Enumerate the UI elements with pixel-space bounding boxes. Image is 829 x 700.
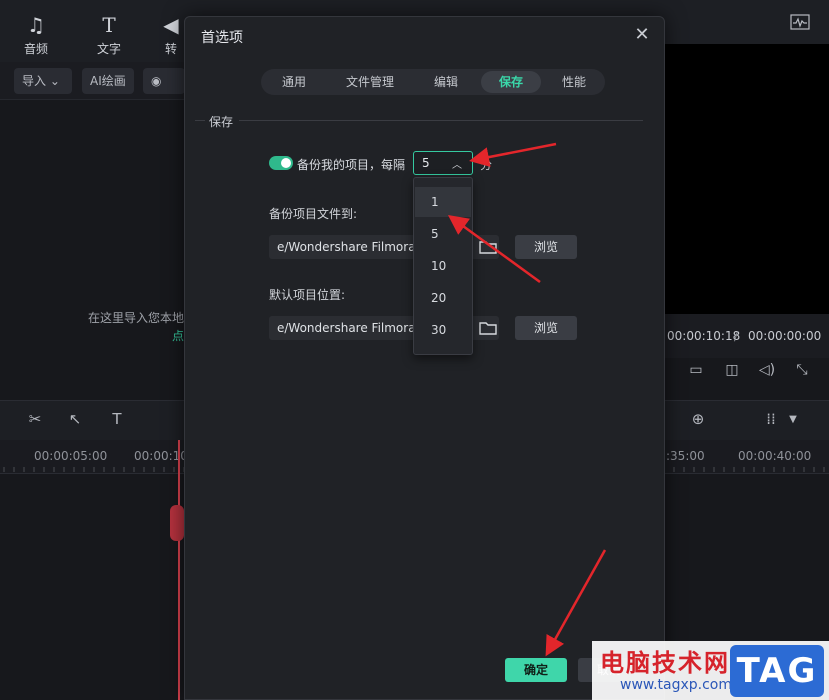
grid-icon[interactable]: ⁞⁞	[760, 410, 782, 428]
tab-performance[interactable]: 性能	[545, 71, 603, 93]
total-time: 00:00:00:00	[748, 329, 822, 343]
ruler-label: :35:00	[666, 449, 705, 463]
interval-unit: 分	[480, 158, 493, 172]
text-tool-icon[interactable]: T	[106, 410, 128, 428]
zoom-in-icon[interactable]: ⊕	[687, 410, 709, 428]
folder-icon[interactable]	[479, 239, 497, 255]
volume-icon[interactable]: ◁)	[757, 362, 777, 380]
interval-value: 5	[422, 156, 430, 170]
record-button[interactable]: ◉ 录	[143, 68, 185, 114]
backup-interval-select[interactable]: 5 ︿	[413, 151, 473, 175]
watermark: 电脑技术网 www.tagxp.com TAG	[592, 641, 829, 700]
watermark-url: www.tagxp.com	[620, 677, 732, 693]
ok-button[interactable]: 确定	[505, 658, 567, 682]
backup-folder-path-text: e/Wondershare Filmora/	[277, 240, 420, 254]
ai-chip-label: AI绘画	[90, 74, 126, 88]
folder-icon[interactable]	[479, 320, 497, 336]
monitor-icon[interactable]: ▭	[686, 362, 706, 380]
default-location-label: 默认项目位置:	[269, 288, 346, 302]
record-icon: ◉	[151, 74, 162, 88]
backup-label: 备份我的项目，每隔	[297, 158, 406, 172]
current-time: 00:00:10:18	[667, 329, 741, 343]
preview-canvas	[664, 44, 829, 314]
section-title: 保存	[209, 115, 234, 129]
watermark-title: 电脑技术网	[600, 649, 730, 677]
media-library-panel	[0, 101, 185, 391]
import-chip-label: 导入	[22, 74, 47, 88]
interval-option[interactable]: 1	[415, 187, 471, 217]
backup-folder-label: 备份项目文件到:	[269, 207, 358, 221]
dialog-title: 首选项	[201, 30, 243, 46]
playhead[interactable]	[178, 440, 180, 700]
section-divider	[195, 120, 643, 121]
ruler-label: 00:00:05:00	[34, 449, 108, 463]
ruler-label: 00:00:40:00	[738, 449, 812, 463]
camera-icon[interactable]: ◫	[722, 362, 742, 380]
toolbar-audio-label: 音频	[23, 42, 48, 56]
chevron-down-icon: ⌄	[49, 74, 60, 88]
tab-save[interactable]: 保存	[481, 71, 541, 93]
scissors-icon[interactable]: ✂	[24, 410, 46, 428]
toolbar-transition-label: 转	[164, 42, 177, 56]
music-note-icon: ♫	[27, 13, 45, 37]
tab-file-management[interactable]: 文件管理	[331, 71, 409, 93]
preferences-tabs: 通用 文件管理 编辑 保存 性能	[261, 69, 605, 95]
tab-edit[interactable]: 编辑	[417, 71, 475, 93]
interval-dropdown-menu: 1 5 10 20 30	[413, 177, 473, 355]
pointer-icon[interactable]: ↖	[64, 410, 86, 428]
default-location-path-text: e/Wondershare Filmora/	[277, 321, 420, 335]
chevron-up-icon: ︿	[452, 160, 462, 171]
import-dropdown[interactable]: 导入 ⌄	[14, 68, 72, 94]
caret-down-icon[interactable]: ▼	[782, 414, 804, 425]
watermark-tag: TAG	[730, 645, 824, 697]
backup-toggle[interactable]	[269, 156, 293, 170]
interval-option[interactable]: 30	[415, 315, 471, 345]
playhead-handle[interactable]	[170, 505, 184, 541]
default-location-browse-button[interactable]: 浏览	[515, 316, 577, 340]
toolbar-text-button[interactable]: T 文字	[84, 14, 134, 57]
import-hint-text: 在这里导入您本地	[88, 311, 185, 325]
toolbar-transition-button[interactable]: ◀ 转	[158, 14, 184, 57]
preferences-dialog: 首选项 ✕ 通用 文件管理 编辑 保存 性能 保存 备份我的项目，每隔 5 ︿ …	[184, 16, 665, 700]
time-separator: /	[734, 329, 739, 343]
text-t-icon: T	[102, 13, 116, 37]
toolbar-text-label: 文字	[96, 42, 121, 56]
interval-option[interactable]: 5	[415, 219, 471, 249]
backup-browse-button[interactable]: 浏览	[515, 235, 577, 259]
toggle-knob	[281, 158, 291, 168]
interval-option[interactable]: 20	[415, 283, 471, 313]
close-icon[interactable]: ✕	[632, 25, 652, 45]
transition-icon: ◀	[163, 14, 179, 37]
toolbar-audio-button[interactable]: ♫ 音频	[11, 14, 61, 57]
ai-paint-button[interactable]: AI绘画	[82, 68, 134, 94]
import-hint-link[interactable]: 点	[172, 327, 184, 344]
fullscreen-icon[interactable]: ⤡	[792, 362, 812, 380]
interval-option[interactable]: 10	[415, 251, 471, 281]
waveform-icon[interactable]	[790, 14, 810, 30]
tab-general[interactable]: 通用	[265, 71, 323, 93]
